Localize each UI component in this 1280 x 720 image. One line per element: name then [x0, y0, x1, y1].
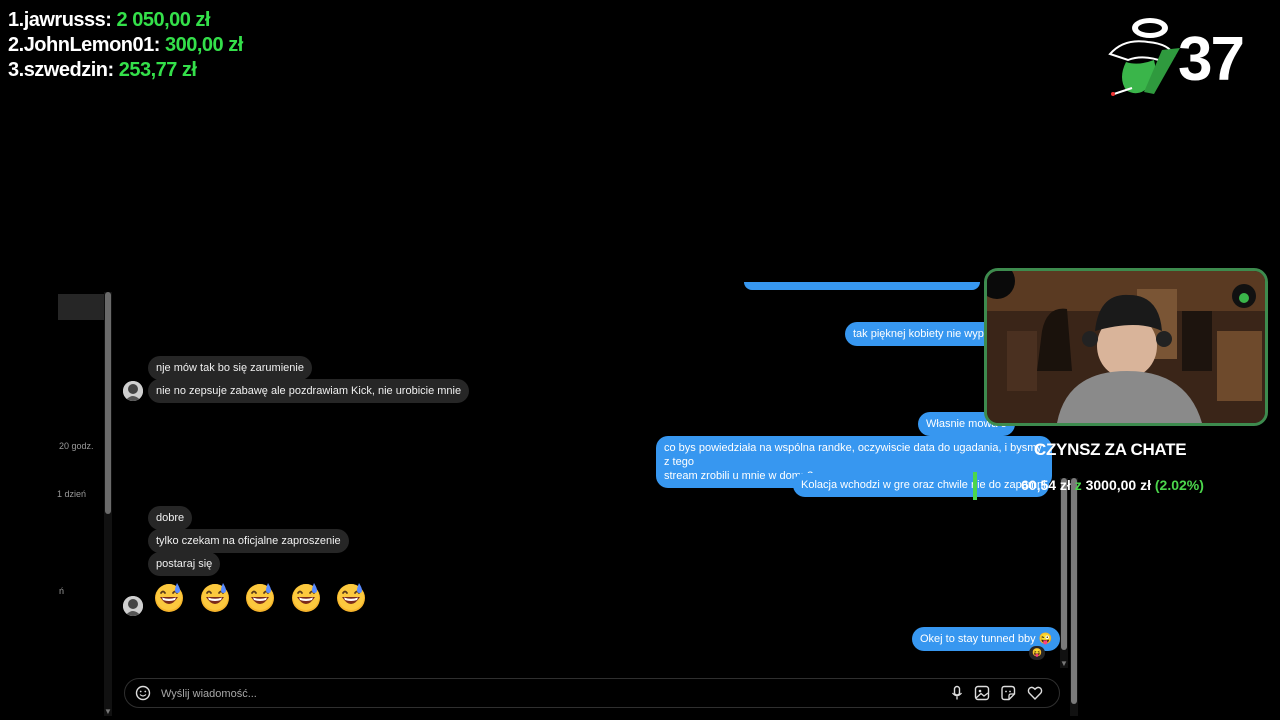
- leaderboard-amount: 253,77 zł: [118, 59, 197, 81]
- message-bubble-incoming: tylko czekam na oficjalne zaproszenie: [148, 529, 349, 553]
- message-bubble-incoming: nie no zepsuje zabawę ale pozdrawiam Kic…: [148, 379, 470, 403]
- sticker-icon[interactable]: [1000, 685, 1016, 701]
- timestamp: 1 dzień: [57, 489, 87, 499]
- timestamp: ń: [59, 586, 65, 596]
- avatar[interactable]: [123, 596, 143, 616]
- message-reaction[interactable]: 😝: [1029, 646, 1045, 660]
- rent-goal-title: CZYNSZ ZA CHATE: [1034, 440, 1187, 459]
- leaderboard-rank: 3.: [8, 59, 24, 81]
- webcam-image: [987, 271, 1265, 423]
- microphone-icon[interactable]: [949, 685, 965, 701]
- scroll-down-arrow-icon[interactable]: ▼: [1060, 660, 1068, 668]
- message-input[interactable]: [159, 684, 923, 704]
- leaderboard-name: JohnLemon01:: [23, 34, 161, 56]
- rent-goal-amount: 3000,00 zł: [1085, 477, 1151, 493]
- leaderboard-amount: 2 050,00 zł: [116, 9, 211, 31]
- scroll-down-arrow-icon[interactable]: ▼: [104, 708, 112, 716]
- leaderboard-row: 2.JohnLemon01: 300,00 zł: [8, 33, 243, 58]
- rent-progress-marker: [973, 472, 977, 500]
- chat-scrollbar[interactable]: ▼: [1060, 478, 1068, 668]
- message-bubble-outgoing: [744, 282, 980, 290]
- message-text: dobre: [156, 512, 185, 524]
- leaderboard-row: 3.szwedzin: 253,77 zł: [8, 58, 243, 83]
- scrollbar-thumb[interactable]: [1061, 478, 1067, 650]
- message-composer[interactable]: [124, 678, 1060, 708]
- leaderboard-rank: 2.: [8, 34, 24, 56]
- message-text: tak pięknej kobiety nie wypad: [853, 328, 997, 340]
- leaderboard-amount: 300,00 zł: [165, 34, 243, 56]
- leaderboard-rank: 1.: [8, 9, 24, 31]
- grinning-sweat-emoji-icon: [246, 583, 274, 612]
- page-scrollbar[interactable]: [1070, 478, 1078, 716]
- rent-percent: (2.02%): [1154, 477, 1204, 493]
- scrollbar-thumb[interactable]: [105, 292, 111, 514]
- message-bubble-incoming: nje mów tak bo się zarumienie: [148, 356, 312, 380]
- rent-goal-progress: 60,54 zł z 3000,00 zł (2.02%): [1021, 477, 1204, 493]
- leaderboard-name: szwedzin:: [23, 59, 114, 81]
- rent-of-label: z: [1074, 477, 1082, 493]
- image-icon[interactable]: [974, 685, 990, 701]
- message-text: tylko czekam na oficjalne zaproszenie: [156, 535, 341, 547]
- heart-icon[interactable]: [1027, 685, 1043, 701]
- streamer-logo: [1108, 18, 1180, 96]
- left-scrollbar[interactable]: ▼: [104, 292, 112, 716]
- conversation-list-item[interactable]: [58, 294, 104, 320]
- grinning-sweat-emoji-icon: [291, 583, 320, 612]
- rent-current-amount: 60,54 zł: [1021, 477, 1071, 493]
- donation-leaderboard: 1.jawrusss: 2 050,00 zł 2.JohnLemon01: 3…: [8, 8, 243, 83]
- counter-value: 37: [1178, 25, 1245, 94]
- emoji-message: [153, 580, 383, 614]
- message-bubble-outgoing: tak pięknej kobiety nie wypad: [845, 322, 1005, 346]
- grinning-sweat-emoji-icon: [200, 583, 229, 612]
- message-text: postaraj się: [156, 558, 213, 570]
- timestamp: 20 godz.: [59, 441, 94, 451]
- webcam-feed: [984, 268, 1268, 426]
- leaderboard-name: jawrusss:: [23, 9, 112, 31]
- message-text: nje mów tak bo się zarumienie: [156, 362, 304, 374]
- message-text: Kolacja wchodzi w gre oraz chwile nie do…: [801, 479, 1046, 491]
- emoji-icon[interactable]: [135, 685, 151, 701]
- message-bubble-incoming: postaraj się: [148, 552, 221, 576]
- grinning-sweat-emoji-icon: [155, 583, 183, 612]
- message-text: nie no zepsuje zabawę ale pozdrawiam Kic…: [156, 385, 462, 397]
- leaderboard-row: 1.jawrusss: 2 050,00 zł: [8, 8, 243, 33]
- scrollbar-thumb[interactable]: [1071, 478, 1077, 704]
- message-text: co bys powiedziała na wspólna randke, oc…: [664, 442, 1042, 468]
- message-bubble-outgoing: Kolacja wchodzi w gre oraz chwile nie do…: [793, 473, 1049, 497]
- message-text: Okej to stay tunned bby 😜: [920, 633, 1053, 645]
- message-bubble-incoming: dobre: [148, 506, 193, 530]
- avatar[interactable]: [123, 381, 143, 401]
- grinning-sweat-emoji-icon: [337, 583, 365, 612]
